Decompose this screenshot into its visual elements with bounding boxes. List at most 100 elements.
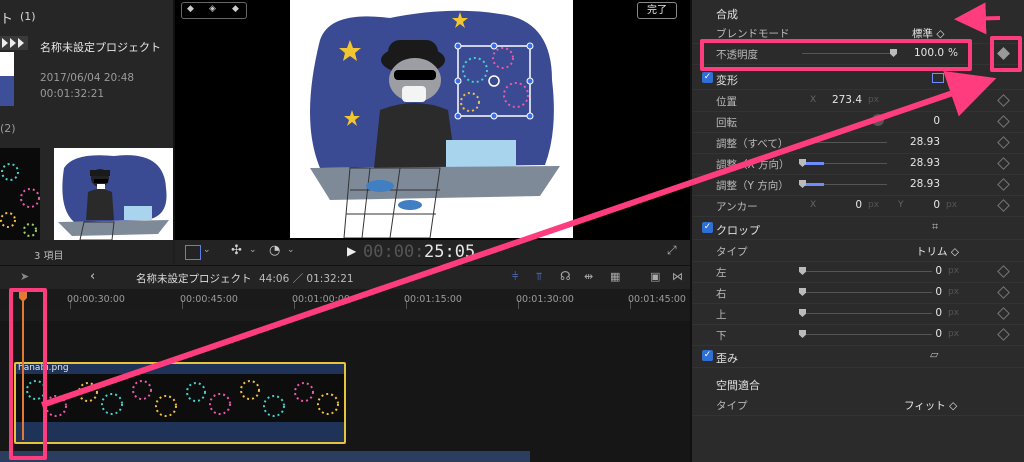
crop-top-value[interactable]: 0 xyxy=(932,307,942,319)
ruler-label: 00:01:15:00 xyxy=(404,294,462,305)
timeline-ruler[interactable]: 00:00:30:00 00:00:45:00 00:01:00:00 00:0… xyxy=(0,289,690,310)
crop-right-value[interactable]: 0 xyxy=(932,286,942,298)
crop-right-keyframe-icon[interactable] xyxy=(997,286,1010,299)
headphones-icon[interactable]: ☊ xyxy=(560,269,571,283)
play-icon[interactable]: ▶ xyxy=(347,244,356,258)
fireworks-thumbnail[interactable] xyxy=(0,148,40,240)
timecode[interactable]: 25:05 xyxy=(424,242,475,262)
scale-x-keyframe-icon[interactable] xyxy=(997,157,1010,170)
view-options-icon[interactable] xyxy=(185,245,201,260)
crop-left-value[interactable]: 0 xyxy=(932,265,942,277)
crop-bottom-knob[interactable] xyxy=(799,330,806,338)
transform-section: ✓ 変形 xyxy=(692,68,1024,90)
scale-y-knob[interactable] xyxy=(799,180,806,188)
crop-right-knob[interactable] xyxy=(799,288,806,296)
anchor-x-value[interactable]: 0 xyxy=(848,199,862,211)
distort-onscreen-icon[interactable]: ▱ xyxy=(930,348,938,361)
viewer-canvas[interactable] xyxy=(290,0,573,238)
transform-checkbox[interactable]: ✓ xyxy=(702,72,713,83)
rotation-row: 回転 0 xyxy=(692,111,1024,133)
position-x-unit: px xyxy=(868,95,880,105)
image-thumbnail[interactable] xyxy=(54,148,173,240)
crop-right-slider[interactable] xyxy=(799,288,932,296)
scale-all-value[interactable]: 28.93 xyxy=(904,136,940,148)
crop-bottom-slider[interactable] xyxy=(799,330,932,338)
scale-x-label: 調整（X 方向） xyxy=(716,159,790,171)
project-thumbnail[interactable] xyxy=(0,36,28,110)
audio-skimming-icon[interactable]: ⫩ xyxy=(512,270,518,284)
snapping-icon[interactable]: ▦ xyxy=(610,270,620,283)
project-name[interactable]: 名称未設定プロジェクト xyxy=(40,40,168,55)
done-button[interactable]: 完了 xyxy=(637,2,677,19)
section-count-2: (2) xyxy=(0,122,16,135)
spatial-conform-section: 空間適合 xyxy=(692,373,1024,394)
scale-x-knob[interactable] xyxy=(799,159,806,167)
crop-section: ✓ クロップ ⌗ xyxy=(692,218,1024,240)
crop-bottom-row: 下 0 px xyxy=(692,324,1024,346)
fullscreen-icon[interactable]: ⤢ xyxy=(667,243,677,258)
rotation-dial[interactable] xyxy=(872,114,884,126)
next-keyframe-icon[interactable]: ◆ xyxy=(232,4,239,14)
add-keyframe-icon[interactable]: ◈ xyxy=(209,4,216,14)
crop-top-unit: px xyxy=(948,308,960,318)
select-tool-icon[interactable]: ➤ xyxy=(20,270,29,283)
anchor-label: アンカー xyxy=(716,201,758,213)
crop-left-knob[interactable] xyxy=(799,267,806,275)
transform-tool-icon[interactable]: ✣ xyxy=(231,243,242,258)
clip-appearance-icon[interactable]: ▣ xyxy=(650,270,660,283)
spatial-type-popup[interactable]: フィット ◇ xyxy=(904,398,957,413)
chevron-down-icon[interactable]: ⌄ xyxy=(203,245,211,255)
timeline-clip[interactable]: hanabi.png xyxy=(14,362,346,444)
scale-all-keyframe-icon[interactable] xyxy=(997,136,1010,149)
crop-left-unit: px xyxy=(948,266,960,276)
timeline-project-name: 名称未設定プロジェクト xyxy=(136,273,252,285)
rotation-label: 回転 xyxy=(716,117,737,129)
scale-y-label: 調整（Y 方向） xyxy=(716,180,789,192)
crop-left-label: 左 xyxy=(716,267,727,279)
scale-y-slider[interactable] xyxy=(799,180,887,188)
filmstrip-icon xyxy=(0,36,28,106)
position-x-value[interactable]: 273.4 xyxy=(830,94,862,106)
skimming-icon[interactable]: ⫪ xyxy=(536,270,542,284)
chevron-down-icon-3[interactable]: ⌄ xyxy=(287,245,295,255)
effects-icon[interactable]: ⋈ xyxy=(672,270,683,283)
scale-x-value[interactable]: 28.93 xyxy=(904,157,940,169)
viewer-nav-buttons[interactable]: ◆ ◈ ◆ xyxy=(181,2,247,19)
transform-onscreen-icon[interactable] xyxy=(932,73,944,83)
transform-title: 変形 xyxy=(716,74,738,87)
scale-x-slider[interactable] xyxy=(799,159,887,167)
scale-y-value[interactable]: 28.93 xyxy=(904,178,940,190)
distort-checkbox[interactable]: ✓ xyxy=(702,350,713,361)
scale-y-keyframe-icon[interactable] xyxy=(997,178,1010,191)
crop-type-popup[interactable]: トリム ◇ xyxy=(916,244,959,259)
rotation-keyframe-icon[interactable] xyxy=(997,115,1010,128)
crop-top-slider[interactable] xyxy=(799,309,932,317)
crop-bottom-value[interactable]: 0 xyxy=(932,328,942,340)
anchor-keyframe-icon[interactable] xyxy=(997,199,1010,212)
crop-left-keyframe-icon[interactable] xyxy=(997,265,1010,278)
crop-top-keyframe-icon[interactable] xyxy=(997,307,1010,320)
previous-keyframe-icon[interactable]: ◆ xyxy=(187,4,194,14)
crop-top-row: 上 0 px xyxy=(692,303,1024,325)
spatial-conform-title: 空間適合 xyxy=(716,379,760,392)
chevron-down-icon-2[interactable]: ⌄ xyxy=(249,245,257,255)
crop-left-slider[interactable] xyxy=(799,267,932,275)
solo-icon[interactable]: ⇹ xyxy=(584,270,593,283)
rotation-value[interactable]: 0 xyxy=(924,115,940,127)
crop-checkbox[interactable]: ✓ xyxy=(702,222,713,233)
section-heading: ト xyxy=(0,12,14,27)
position-keyframe-icon[interactable] xyxy=(997,94,1010,107)
browser-panel: ト (1) 名称未設定プロジェクト 2017/06/04 20:48 00:01… xyxy=(0,0,173,240)
crop-bottom-unit: px xyxy=(948,329,960,339)
back-arrow-icon[interactable]: ‹ xyxy=(90,269,95,284)
anchor-y-value[interactable]: 0 xyxy=(924,199,940,211)
crop-onscreen-icon[interactable]: ⌗ xyxy=(932,220,938,234)
scale-y-row: 調整（Y 方向） 28.93 xyxy=(692,174,1024,196)
project-duration: 00:01:32:21 xyxy=(40,88,105,100)
anchor-x-unit: px xyxy=(868,200,880,210)
speed-gauge-icon[interactable]: ◔ xyxy=(269,243,280,258)
scale-all-slider[interactable] xyxy=(802,142,887,143)
crop-top-knob[interactable] xyxy=(799,309,806,317)
crop-bottom-keyframe-icon[interactable] xyxy=(997,328,1010,341)
fireworks-icon xyxy=(0,163,40,237)
